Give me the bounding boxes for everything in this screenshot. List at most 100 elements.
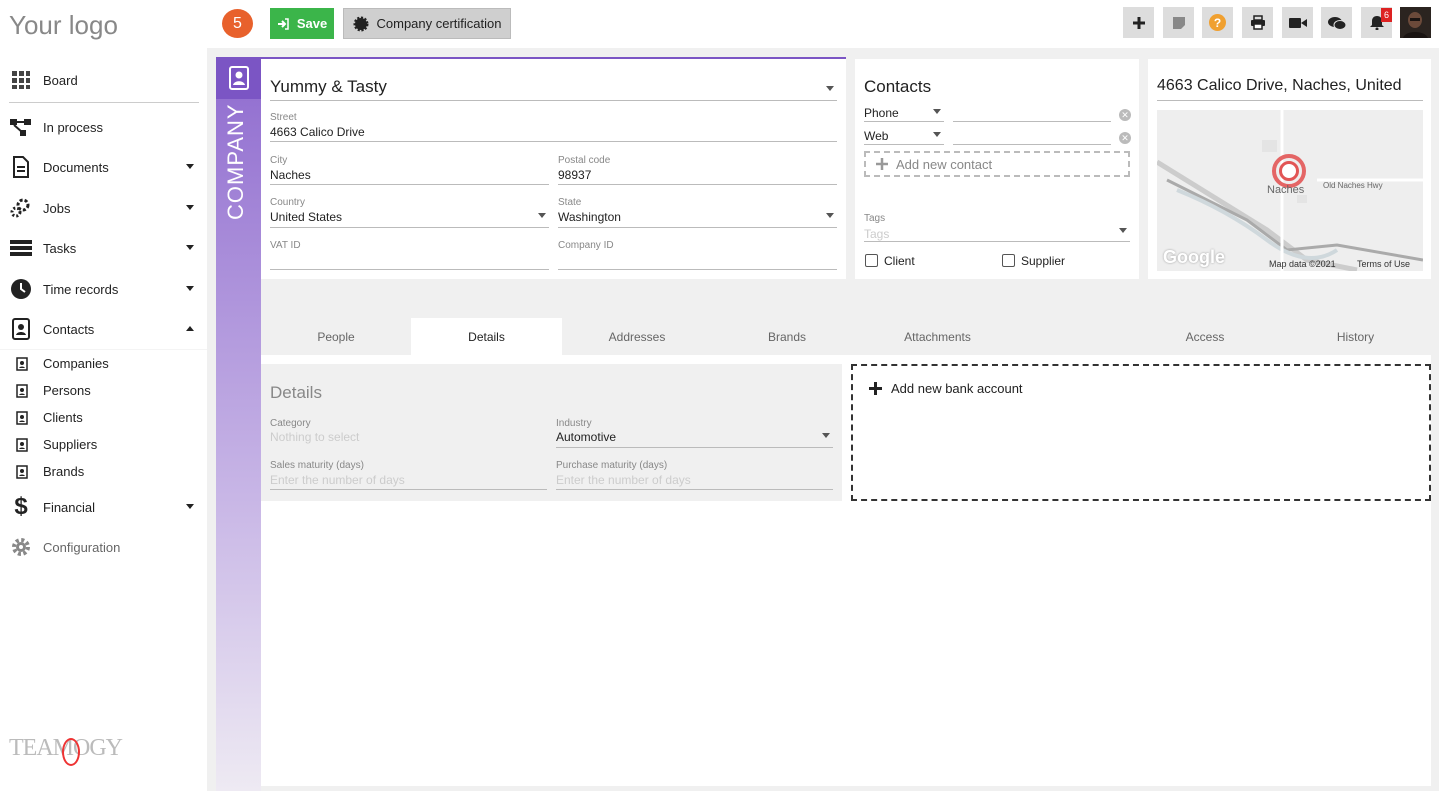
print-button[interactable] xyxy=(1242,7,1273,38)
sidebar-item-label: Documents xyxy=(43,159,109,175)
contacts-icon xyxy=(10,318,32,340)
sidebar-item-label: Jobs xyxy=(43,200,71,216)
flow-icon xyxy=(10,116,32,138)
client-checkbox[interactable] xyxy=(865,254,878,267)
city-label: City xyxy=(270,155,288,166)
gears-icon xyxy=(10,197,32,219)
contact-book-icon xyxy=(228,66,249,90)
sales-maturity-label: Sales maturity (days) xyxy=(270,460,364,471)
phone-type-select[interactable]: Phone xyxy=(864,106,899,120)
chevron-up-icon xyxy=(186,326,194,331)
cert-label: Company certification xyxy=(376,16,502,31)
chat-button[interactable] xyxy=(1321,7,1352,38)
web-type-select[interactable]: Web xyxy=(864,129,888,143)
sidebar-item-label: Board xyxy=(43,72,78,88)
contacts-title: Contacts xyxy=(864,77,932,96)
sticky-note-button[interactable] xyxy=(1163,7,1194,38)
company-name-field[interactable]: Yummy & Tasty xyxy=(270,77,387,97)
map-view[interactable]: Naches Old Naches Hwy Google Map data ©2… xyxy=(1157,110,1423,271)
sidebar-item-contacts[interactable]: Contacts xyxy=(0,309,207,349)
field-underline xyxy=(270,227,549,228)
details-title: Details xyxy=(270,383,322,402)
google-logo: Google xyxy=(1163,247,1225,267)
video-button[interactable] xyxy=(1282,7,1313,38)
sidebar-item-label: In process xyxy=(43,119,103,135)
sidebar-subitem-label: Clients xyxy=(43,410,83,425)
tab-access[interactable]: Access xyxy=(1130,318,1280,355)
sidebar-subitem-brands[interactable]: Brands xyxy=(0,458,207,485)
plus-icon xyxy=(876,158,888,170)
tab-details[interactable]: Details xyxy=(411,318,562,355)
contact-card-icon xyxy=(14,437,30,452)
sidebar-item-jobs[interactable]: Jobs xyxy=(0,188,207,228)
sidebar: Your logo Board In process Documents Job… xyxy=(0,0,207,791)
sidebar-item-board[interactable]: Board xyxy=(0,60,207,100)
save-button[interactable]: Save xyxy=(270,8,334,39)
supplier-checkbox[interactable] xyxy=(1002,254,1015,267)
sidebar-item-tasks[interactable]: Tasks xyxy=(0,228,207,268)
phone-input[interactable] xyxy=(953,121,1111,122)
add-contact-button[interactable]: Add new contact xyxy=(864,151,1130,177)
supplier-label: Supplier xyxy=(1021,254,1066,268)
sidebar-item-documents[interactable]: Documents xyxy=(0,147,207,187)
sidebar-subitem-label: Companies xyxy=(43,356,109,371)
sidebar-item-label: Configuration xyxy=(43,539,121,555)
sidebar-subitem-companies[interactable]: Companies xyxy=(0,350,207,377)
contact-card-icon xyxy=(14,464,30,479)
postal-field[interactable]: 98937 xyxy=(558,168,591,182)
category-label: Category xyxy=(270,418,311,429)
sidebar-subitem-persons[interactable]: Persons xyxy=(0,377,207,404)
avatar[interactable] xyxy=(1400,7,1431,38)
category-select[interactable]: Nothing to select xyxy=(270,430,359,444)
sidebar-item-financial[interactable]: $ Financial xyxy=(0,487,207,527)
sidebar-subitem-suppliers[interactable]: Suppliers xyxy=(0,431,207,458)
sidebar-item-time-records[interactable]: Time records xyxy=(0,269,207,309)
state-select[interactable]: Washington xyxy=(558,210,621,224)
sign-in-icon xyxy=(277,17,289,30)
app-logo[interactable]: Your logo xyxy=(9,10,118,41)
sidebar-item-configuration[interactable]: Configuration xyxy=(0,527,207,567)
tab-people[interactable]: People xyxy=(261,318,411,355)
add-bank-account-label: Add new bank account xyxy=(891,381,1023,396)
city-field[interactable]: Naches xyxy=(270,168,311,182)
client-label: Client xyxy=(884,254,915,268)
tab-attachments[interactable]: Attachments xyxy=(862,318,1013,355)
help-button[interactable]: ? xyxy=(1202,7,1233,38)
divider xyxy=(9,102,199,103)
stripe-label: COMPANY xyxy=(223,103,248,220)
tab-addresses[interactable]: Addresses xyxy=(562,318,712,355)
plus-icon xyxy=(869,382,882,395)
contact-card-icon xyxy=(14,410,30,425)
company-id-label: Company ID xyxy=(558,240,614,251)
country-select[interactable]: United States xyxy=(270,210,342,224)
chevron-down-icon xyxy=(1119,228,1127,233)
notifications-button[interactable]: 6 xyxy=(1361,7,1392,38)
clock-icon xyxy=(10,278,32,300)
street-field[interactable]: 4663 Calico Drive xyxy=(270,125,365,139)
clear-icon[interactable]: ✕ xyxy=(1119,132,1131,144)
map-terms-link[interactable]: Terms of Use xyxy=(1357,259,1410,269)
contact-card-icon xyxy=(14,383,30,398)
gear-icon xyxy=(10,536,32,558)
notification-badge[interactable]: 5 xyxy=(222,9,253,38)
industry-select[interactable]: Automotive xyxy=(556,430,616,444)
tab-history[interactable]: History xyxy=(1280,318,1431,355)
industry-label: Industry xyxy=(556,418,592,429)
tags-select[interactable]: Tags xyxy=(864,227,889,241)
help-icon: ? xyxy=(1209,14,1226,31)
sidebar-subitem-clients[interactable]: Clients xyxy=(0,404,207,431)
tab-brands[interactable]: Brands xyxy=(712,318,862,355)
print-icon xyxy=(1250,15,1265,30)
add-bank-account-button[interactable]: Add new bank account xyxy=(869,381,1023,396)
sales-maturity-input[interactable]: Enter the number of days xyxy=(270,473,405,487)
add-button[interactable] xyxy=(1123,7,1154,38)
clear-icon[interactable]: ✕ xyxy=(1119,109,1131,121)
tags-label: Tags xyxy=(864,213,886,224)
company-certification-button[interactable]: Company certification xyxy=(343,8,511,39)
web-input[interactable] xyxy=(953,144,1111,145)
sidebar-item-in-process[interactable]: In process xyxy=(0,107,207,147)
sidebar-subitem-label: Suppliers xyxy=(43,437,98,452)
add-contact-label: Add new contact xyxy=(896,156,993,172)
save-label: Save xyxy=(296,16,328,31)
purchase-maturity-input[interactable]: Enter the number of days xyxy=(556,473,691,487)
